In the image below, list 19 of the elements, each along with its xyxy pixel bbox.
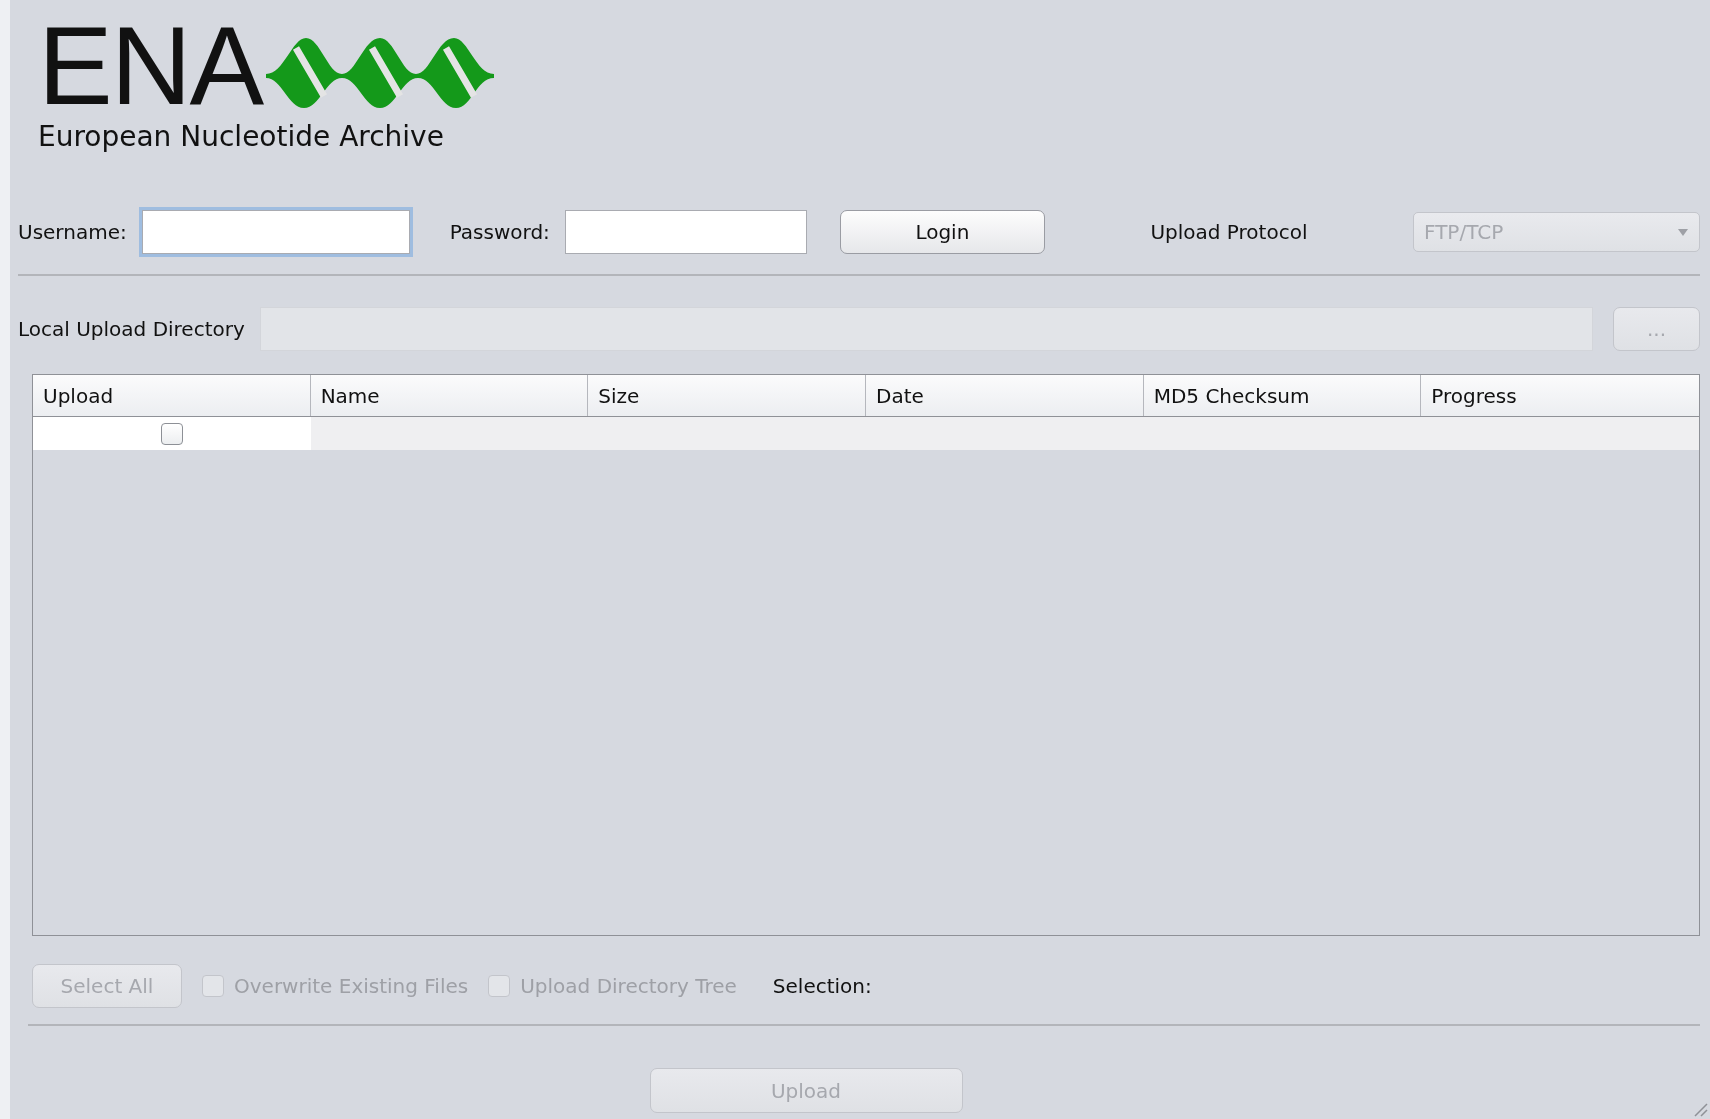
resize-grip-icon[interactable] (1692, 1101, 1708, 1117)
selection-label: Selection: (772, 974, 872, 998)
column-header[interactable]: Upload (33, 375, 311, 416)
password-field[interactable] (564, 210, 807, 254)
logo-title: ENA (38, 22, 263, 110)
caret-icon (1677, 227, 1689, 237)
column-header[interactable]: Date (866, 375, 1144, 416)
column-header[interactable]: Name (310, 375, 589, 416)
password-label: Password: (449, 220, 550, 244)
checkbox[interactable] (160, 422, 183, 445)
column-header[interactable]: Progress (1421, 375, 1699, 416)
login-button[interactable]: Login (839, 210, 1045, 254)
logo-subtitle: European Nucleotide Archive (38, 120, 444, 153)
directory-label: Local Upload Directory (18, 317, 245, 341)
username-label: Username: (18, 220, 127, 244)
username-field[interactable] (141, 210, 410, 254)
upload-protocol-label: Upload Protocol (1150, 220, 1308, 244)
column-header[interactable]: Size (588, 375, 866, 416)
column-header[interactable]: MD5 Checksum (1143, 375, 1422, 416)
